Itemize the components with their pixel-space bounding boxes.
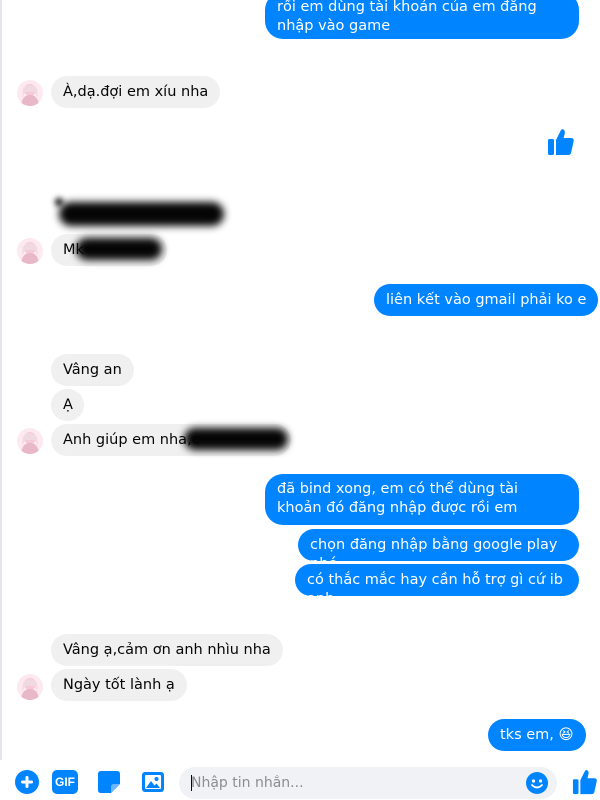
thumbs-up-icon[interactable] [572,768,598,800]
message-outgoing[interactable]: có thắc mắc hay cần hỗ trợ gì cứ ib anh [295,564,579,607]
message-incoming[interactable]: À,dạ.đợi em xíu nha [51,76,221,108]
message-text: À,dạ.đợi em xíu nha [63,84,209,100]
message-text: rồi em dùng tài khoản của em đăng nhập v… [277,0,537,34]
message-outgoing[interactable]: chọn đăng nhập bằng google play nhé [298,529,579,572]
message-text: đã bind xong, em có thể dùng tài khoản đ… [277,481,519,516]
gif-label: GIF [55,775,75,789]
message-outgoing[interactable]: đã bind xong, em có thể dùng tài khoản đ… [265,474,579,525]
avatar-image [17,674,43,700]
message-outgoing[interactable]: liên kết vào gmail phải ko e [374,284,599,316]
thumbs-up-icon[interactable] [547,127,575,161]
gif-icon[interactable]: GIF [52,770,78,794]
left-border [0,0,2,800]
avatar-image [17,428,43,454]
laughing-emoji-icon: 😆 [558,727,574,743]
message-input[interactable] [179,767,523,799]
message-text: Ngày tốt lành ạ [63,677,175,693]
message-text: liên kết vào gmail phải ko e [386,292,587,308]
text-cursor [191,775,192,791]
avatar-image [17,238,43,264]
message-incoming[interactable]: Ạ [51,389,84,421]
message-outgoing[interactable]: tks em, 😆 [488,719,586,751]
message-incoming[interactable]: Ngày tốt lành ạ [51,669,187,701]
message-incoming[interactable]: Vâng ạ,cảm ơn anh nhìu nha [51,634,283,666]
avatar[interactable] [17,428,43,454]
redacted-text [184,428,288,450]
avatar[interactable] [17,674,43,700]
message-text: tks em, [500,727,554,743]
message-text: Ạ [63,397,73,413]
avatar[interactable] [17,238,43,264]
sticker-icon[interactable] [97,770,121,798]
add-icon[interactable] [15,770,39,798]
avatar-image [17,80,43,106]
message-outgoing[interactable]: rồi em dùng tài khoản của em đăng nhập v… [265,0,579,39]
message-text: Anh giúp em nha,c [63,432,200,448]
message-text: Vâng ạ,cảm ơn anh nhìu nha [63,642,271,658]
smile-icon[interactable] [525,771,549,799]
redacted-message [59,202,224,226]
message-incoming[interactable]: Vâng an [51,354,134,386]
message-input-box[interactable] [179,767,557,799]
redaction-cap [55,198,63,206]
redacted-text [76,238,162,260]
message-text: có thắc mắc hay cần hỗ trợ gì cứ ib anh [307,572,563,607]
image-icon[interactable] [141,770,165,798]
avatar[interactable] [17,80,43,106]
message-text: Vâng an [63,362,122,378]
